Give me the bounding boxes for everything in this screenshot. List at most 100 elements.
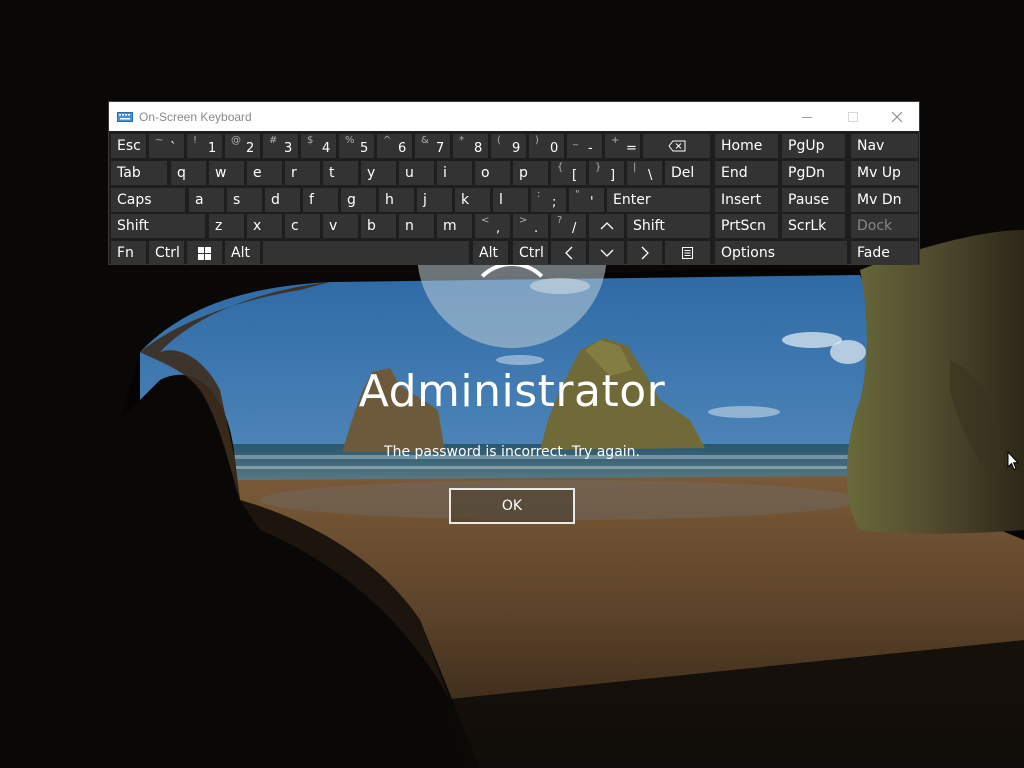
key-z[interactable]: z (209, 214, 244, 238)
key-caps[interactable]: Caps (111, 188, 185, 212)
key-rbracket[interactable]: }] (589, 161, 624, 185)
key-shift-symbol: $ (307, 135, 314, 146)
key-rctrl[interactable]: Ctrl (513, 241, 548, 265)
key-esc[interactable]: Esc (111, 134, 146, 158)
key-h[interactable]: h (379, 188, 414, 212)
key-k0[interactable]: ) 0 (529, 134, 564, 158)
key-lbracket[interactable]: {[ (551, 161, 586, 185)
key-win[interactable] (187, 241, 222, 265)
key-k9[interactable]: (9 (491, 134, 526, 158)
on-screen-keyboard-window[interactable]: On-Screen Keyboard Esc ~ `! 1 @2 #3 $4% 5 ^ 6 & 7 * 8… (108, 101, 920, 265)
key-right[interactable] (627, 241, 662, 265)
key-mvdn[interactable]: Mv Dn (851, 188, 918, 212)
key-f[interactable]: f (303, 188, 338, 212)
key-label: i (443, 165, 447, 181)
key-p[interactable]: p (513, 161, 548, 185)
key-slash[interactable]: ? / (551, 214, 586, 238)
key-t[interactable]: t (323, 161, 358, 185)
key-v[interactable]: v (323, 214, 358, 238)
key-minus[interactable]: _ - (567, 134, 602, 158)
key-g[interactable]: g (341, 188, 376, 212)
key-tilde[interactable]: ~ ` (149, 134, 184, 158)
key-ralt[interactable]: Alt (473, 241, 508, 265)
key-backspace[interactable] (643, 134, 710, 158)
key-pgdn[interactable]: PgDn (782, 161, 845, 185)
minimize-button[interactable] (784, 102, 830, 131)
key-x[interactable]: x (247, 214, 282, 238)
key-options[interactable]: Options (715, 241, 847, 265)
key-fade[interactable]: Fade (851, 241, 918, 265)
key-lalt[interactable]: Alt (225, 241, 260, 265)
key-u[interactable]: u (399, 161, 434, 185)
key-tab[interactable]: Tab (111, 161, 167, 185)
key-backslash[interactable]: | \ (627, 161, 662, 185)
key-l[interactable]: l (493, 188, 528, 212)
key-rshift[interactable]: Shift (627, 214, 710, 238)
key-label: c (291, 218, 299, 234)
key-shift-symbol: } (595, 162, 602, 173)
key-m[interactable]: m (437, 214, 472, 238)
key-k3[interactable]: #3 (263, 134, 298, 158)
key-e[interactable]: e (247, 161, 282, 185)
key-label: Insert (721, 192, 762, 208)
key-r[interactable]: r (285, 161, 320, 185)
key-label: Fn (117, 245, 134, 261)
key-label: Options (721, 245, 776, 261)
key-period[interactable]: >. (513, 214, 548, 238)
key-nav[interactable]: Nav (851, 134, 918, 158)
key-label: Shift (117, 218, 149, 234)
key-menu[interactable] (665, 241, 710, 265)
key-mvup[interactable]: Mv Up (851, 161, 918, 185)
close-button[interactable] (874, 102, 920, 131)
key-k2[interactable]: @2 (225, 134, 260, 158)
key-down[interactable] (589, 241, 624, 265)
key-o[interactable]: o (475, 161, 510, 185)
key-home[interactable]: Home (715, 134, 778, 158)
key-up[interactable] (589, 214, 624, 238)
key-d[interactable]: d (265, 188, 300, 212)
key-lctrl[interactable]: Ctrl (149, 241, 184, 265)
key-q[interactable]: q (171, 161, 206, 185)
key-scrlk[interactable]: ScrLk (782, 214, 845, 238)
key-pause[interactable]: Pause (782, 188, 845, 212)
key-insert[interactable]: Insert (715, 188, 778, 212)
key-i[interactable]: i (437, 161, 472, 185)
key-prtscn[interactable]: PrtScn (715, 214, 778, 238)
ok-button[interactable]: OK (449, 488, 575, 524)
key-label: PgDn (788, 165, 825, 181)
key-end[interactable]: End (715, 161, 778, 185)
key-s[interactable]: s (227, 188, 262, 212)
key-k7[interactable]: & 7 (415, 134, 450, 158)
key-k6[interactable]: ^ 6 (377, 134, 412, 158)
key-fn[interactable]: Fn (111, 241, 146, 265)
maximize-button[interactable] (830, 102, 876, 131)
key-a[interactable]: a (189, 188, 224, 212)
key-semicolon[interactable]: :; (531, 188, 566, 212)
key-dock[interactable]: Dock (851, 214, 918, 238)
key-c[interactable]: c (285, 214, 320, 238)
key-k8[interactable]: * 8 (453, 134, 488, 158)
key-y[interactable]: y (361, 161, 396, 185)
key-k5[interactable]: % 5 (339, 134, 374, 158)
key-n[interactable]: n (399, 214, 434, 238)
key-quote[interactable]: " ' (569, 188, 604, 212)
key-label: o (481, 165, 490, 181)
key-lshift[interactable]: Shift (111, 214, 205, 238)
key-k[interactable]: k (455, 188, 490, 212)
key-label: y (367, 165, 376, 181)
key-b[interactable]: b (361, 214, 396, 238)
key-shift-symbol: @ (231, 135, 241, 146)
key-k1[interactable]: ! 1 (187, 134, 222, 158)
key-j[interactable]: j (417, 188, 452, 212)
key-enter[interactable]: Enter (607, 188, 710, 212)
key-equals[interactable]: + = (605, 134, 640, 158)
key-shift-symbol: ) (535, 135, 539, 146)
key-space[interactable] (263, 241, 469, 265)
key-pgup[interactable]: PgUp (782, 134, 845, 158)
key-del[interactable]: Del (665, 161, 710, 185)
key-left[interactable] (551, 241, 586, 265)
key-comma[interactable]: <, (475, 214, 510, 238)
key-k4[interactable]: $4 (301, 134, 336, 158)
key-w[interactable]: w (209, 161, 244, 185)
osk-title-bar[interactable]: On-Screen Keyboard (109, 102, 919, 131)
